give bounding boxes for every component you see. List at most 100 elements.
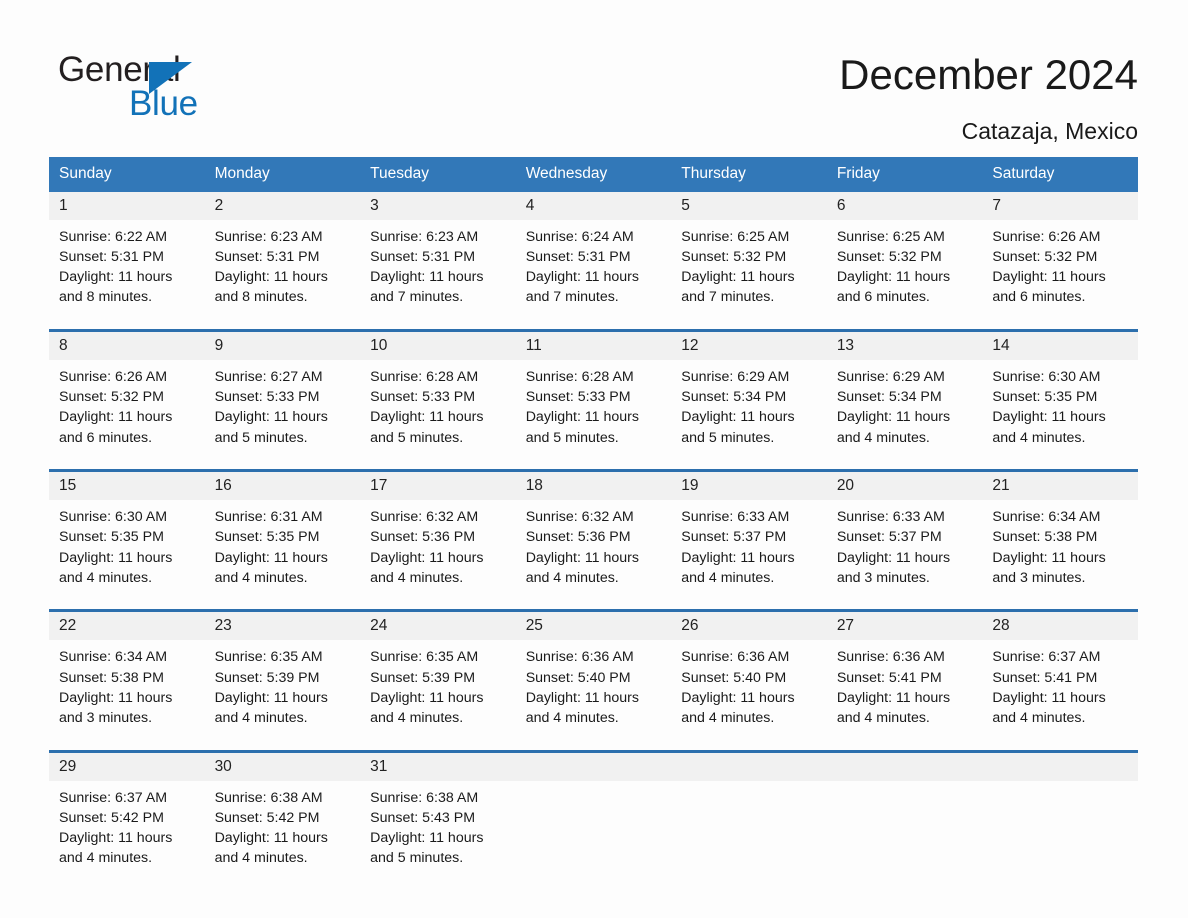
- day-number[interactable]: 8: [49, 329, 205, 361]
- calendar-header-row: Sunday Monday Tuesday Wednesday Thursday…: [49, 157, 1138, 192]
- day-number[interactable]: 1: [49, 192, 205, 220]
- day-cell[interactable]: Sunrise: 6:23 AM Sunset: 5:31 PM Dayligh…: [360, 220, 516, 322]
- daylight-text-line2: and 4 minutes.: [59, 569, 153, 586]
- day-number[interactable]: 10: [360, 329, 516, 361]
- day-number[interactable]: 14: [982, 329, 1138, 361]
- day-cell[interactable]: Sunrise: 6:29 AM Sunset: 5:34 PM Dayligh…: [826, 360, 983, 462]
- day-number[interactable]: 29: [49, 749, 205, 781]
- sunset-text: Sunset: 5:34 PM: [681, 389, 787, 406]
- day-number[interactable]: 12: [671, 329, 827, 361]
- sunset-text: Sunset: 5:37 PM: [836, 529, 942, 546]
- day-number[interactable]: 19: [671, 469, 827, 501]
- daylight-text-line2: and 5 minutes.: [681, 429, 775, 446]
- day-cell-empty: [982, 780, 1138, 883]
- daylight-text-line2: and 6 minutes.: [992, 289, 1086, 306]
- day-cell[interactable]: Sunrise: 6:33 AM Sunset: 5:37 PM Dayligh…: [671, 500, 827, 602]
- daylight-text-line1: Daylight: 11 hours: [681, 549, 795, 566]
- daylight-text-line1: Daylight: 11 hours: [681, 269, 795, 286]
- sunset-text: Sunset: 5:34 PM: [836, 389, 942, 406]
- day-number[interactable]: 30: [204, 749, 361, 781]
- day-cell-empty: [671, 780, 827, 883]
- sunset-text: Sunset: 5:33 PM: [525, 389, 631, 406]
- day-cell[interactable]: Sunrise: 6:25 AM Sunset: 5:32 PM Dayligh…: [671, 220, 827, 322]
- day-cell[interactable]: Sunrise: 6:37 AM Sunset: 5:42 PM Dayligh…: [49, 780, 205, 883]
- day-cell[interactable]: Sunrise: 6:36 AM Sunset: 5:40 PM Dayligh…: [671, 640, 827, 742]
- day-cell[interactable]: Sunrise: 6:33 AM Sunset: 5:37 PM Dayligh…: [826, 500, 983, 602]
- day-cell[interactable]: Sunrise: 6:35 AM Sunset: 5:39 PM Dayligh…: [204, 640, 361, 742]
- day-cell[interactable]: Sunrise: 6:38 AM Sunset: 5:43 PM Dayligh…: [360, 780, 516, 883]
- day-number[interactable]: 18: [515, 469, 672, 501]
- day-cell[interactable]: Sunrise: 6:28 AM Sunset: 5:33 PM Dayligh…: [360, 360, 516, 462]
- day-number[interactable]: 28: [982, 609, 1138, 641]
- day-number[interactable]: 21: [982, 469, 1138, 501]
- day-cell[interactable]: Sunrise: 6:35 AM Sunset: 5:39 PM Dayligh…: [360, 640, 516, 742]
- day-cell[interactable]: Sunrise: 6:27 AM Sunset: 5:33 PM Dayligh…: [204, 360, 361, 462]
- day-number[interactable]: 4: [515, 192, 672, 220]
- day-number[interactable]: 6: [826, 192, 983, 220]
- day-cell[interactable]: Sunrise: 6:30 AM Sunset: 5:35 PM Dayligh…: [49, 500, 205, 602]
- day-number[interactable]: 27: [826, 609, 983, 641]
- day-number[interactable]: 2: [204, 192, 361, 220]
- daylight-text-line2: and 3 minutes.: [992, 569, 1086, 586]
- day-cell[interactable]: Sunrise: 6:32 AM Sunset: 5:36 PM Dayligh…: [515, 500, 672, 602]
- day-number[interactable]: 17: [360, 469, 516, 501]
- day-number-empty: [671, 749, 827, 781]
- daylight-text-line1: Daylight: 11 hours: [836, 549, 951, 566]
- day-cell[interactable]: Sunrise: 6:25 AM Sunset: 5:32 PM Dayligh…: [826, 220, 983, 322]
- sunrise-text: Sunrise: 6:32 AM: [370, 509, 479, 526]
- day-number[interactable]: 9: [204, 329, 361, 361]
- daylight-text-line2: and 4 minutes.: [370, 569, 464, 586]
- sunrise-text: Sunrise: 6:37 AM: [59, 789, 168, 806]
- day-cell[interactable]: Sunrise: 6:22 AM Sunset: 5:31 PM Dayligh…: [49, 220, 205, 322]
- day-cell[interactable]: Sunrise: 6:26 AM Sunset: 5:32 PM Dayligh…: [982, 220, 1138, 322]
- sunrise-text: Sunrise: 6:26 AM: [992, 229, 1101, 245]
- sunset-text: Sunset: 5:42 PM: [59, 809, 164, 826]
- day-cell[interactable]: Sunrise: 6:31 AM Sunset: 5:35 PM Dayligh…: [204, 500, 361, 602]
- week-3-daynumbers: 15 16 17 18 19 20 21: [49, 469, 1138, 501]
- day-number[interactable]: 15: [49, 469, 205, 501]
- daylight-text-line2: and 4 minutes.: [681, 569, 775, 586]
- day-cell-empty: [826, 780, 983, 883]
- day-number[interactable]: 7: [982, 192, 1138, 220]
- sunset-text: Sunset: 5:32 PM: [59, 389, 164, 406]
- daylight-text-line2: and 4 minutes.: [836, 709, 930, 726]
- sunset-text: Sunset: 5:38 PM: [992, 529, 1098, 546]
- daylight-text-line2: and 4 minutes.: [992, 429, 1086, 446]
- day-cell[interactable]: Sunrise: 6:37 AM Sunset: 5:41 PM Dayligh…: [982, 640, 1138, 742]
- calendar-grid: Sunday Monday Tuesday Wednesday Thursday…: [49, 157, 1138, 883]
- day-number[interactable]: 16: [204, 469, 361, 501]
- daylight-text-line2: and 4 minutes.: [214, 709, 308, 726]
- day-number[interactable]: 23: [204, 609, 361, 641]
- day-number[interactable]: 13: [826, 329, 983, 361]
- weekday-header-sunday: Sunday: [49, 157, 205, 192]
- sunrise-text: Sunrise: 6:28 AM: [370, 369, 479, 386]
- day-cell[interactable]: Sunrise: 6:34 AM Sunset: 5:38 PM Dayligh…: [49, 640, 205, 742]
- day-cell[interactable]: Sunrise: 6:38 AM Sunset: 5:42 PM Dayligh…: [204, 780, 361, 883]
- day-number[interactable]: 20: [826, 469, 983, 501]
- day-cell[interactable]: Sunrise: 6:36 AM Sunset: 5:40 PM Dayligh…: [515, 640, 672, 742]
- day-number[interactable]: 5: [671, 192, 827, 220]
- day-cell[interactable]: Sunrise: 6:34 AM Sunset: 5:38 PM Dayligh…: [982, 500, 1138, 602]
- daylight-text-line1: Daylight: 11 hours: [59, 829, 173, 846]
- day-cell[interactable]: Sunrise: 6:23 AM Sunset: 5:31 PM Dayligh…: [204, 220, 361, 322]
- sunset-text: Sunset: 5:35 PM: [214, 529, 320, 546]
- sunset-text: Sunset: 5:41 PM: [992, 669, 1098, 686]
- day-cell[interactable]: Sunrise: 6:29 AM Sunset: 5:34 PM Dayligh…: [671, 360, 827, 462]
- day-cell[interactable]: Sunrise: 6:30 AM Sunset: 5:35 PM Dayligh…: [982, 360, 1138, 462]
- day-cell[interactable]: Sunrise: 6:36 AM Sunset: 5:41 PM Dayligh…: [826, 640, 983, 742]
- day-cell[interactable]: Sunrise: 6:32 AM Sunset: 5:36 PM Dayligh…: [360, 500, 516, 602]
- daylight-text-line2: and 4 minutes.: [370, 709, 464, 726]
- day-number[interactable]: 25: [515, 609, 672, 641]
- day-number[interactable]: 3: [360, 192, 516, 220]
- day-number[interactable]: 22: [49, 609, 205, 641]
- day-number[interactable]: 31: [360, 749, 516, 781]
- logo-text-blue: Blue: [129, 84, 198, 123]
- weekday-header-saturday: Saturday: [982, 157, 1138, 192]
- day-number[interactable]: 11: [515, 329, 672, 361]
- day-cell[interactable]: Sunrise: 6:28 AM Sunset: 5:33 PM Dayligh…: [515, 360, 672, 462]
- day-cell[interactable]: Sunrise: 6:26 AM Sunset: 5:32 PM Dayligh…: [49, 360, 205, 462]
- day-cell[interactable]: Sunrise: 6:24 AM Sunset: 5:31 PM Dayligh…: [515, 220, 672, 322]
- day-number[interactable]: 26: [671, 609, 827, 641]
- day-number[interactable]: 24: [360, 609, 516, 641]
- week-3-details: Sunrise: 6:30 AM Sunset: 5:35 PM Dayligh…: [49, 500, 1138, 602]
